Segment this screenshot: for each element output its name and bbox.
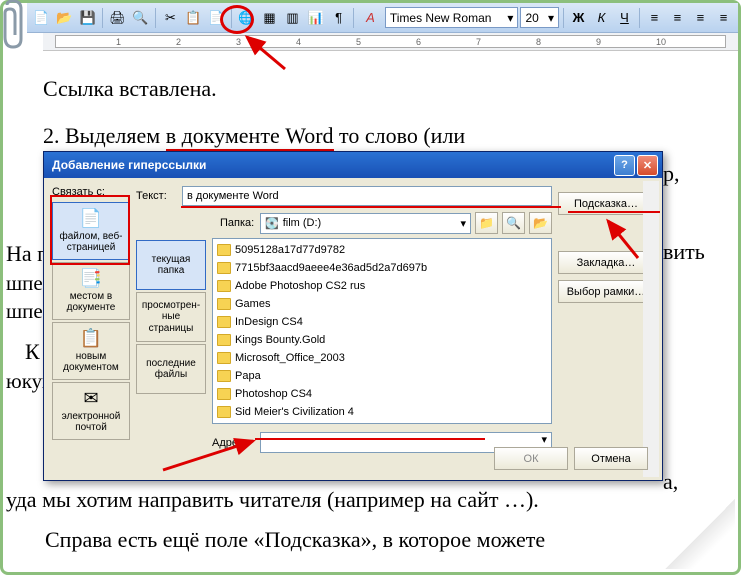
annotation-underline-address <box>255 438 485 440</box>
close-button[interactable]: ✕ <box>637 155 658 176</box>
font-color-button[interactable]: A <box>358 7 383 29</box>
folder-icon <box>217 316 231 328</box>
link-new-doc[interactable]: 📋 новым документом <box>52 322 130 380</box>
new-doc-icon: 📋 <box>80 328 102 349</box>
document-body: Ссылка вставлена. 2. Выделяем в документ… <box>3 51 738 153</box>
annotation-arrow-1 <box>235 31 295 71</box>
tab-browsed-pages[interactable]: просмотрен-ные страницы <box>136 292 206 342</box>
file-item[interactable]: Kings Bounty.Gold <box>215 331 549 349</box>
text-label: Текст: <box>136 190 176 202</box>
file-item[interactable]: Microsoft_Office_2003 <box>215 349 549 367</box>
align-center-button[interactable]: ≡ <box>667 7 688 29</box>
folder-icon <box>217 262 231 274</box>
folder-icon <box>217 406 231 418</box>
text-input[interactable] <box>182 186 552 206</box>
font-name-select[interactable]: Times New Roman ▾ <box>385 7 519 28</box>
email-icon: ✉ <box>83 388 98 409</box>
frame-button[interactable]: Выбор рамки… <box>558 280 654 303</box>
save-button[interactable]: 💾 <box>77 7 98 29</box>
font-size-select[interactable]: 20 ▾ <box>520 7 559 28</box>
file-item[interactable]: Sid Meier's Civilization 4 <box>215 403 549 421</box>
new-doc-button[interactable]: 📄 <box>31 7 52 29</box>
tab-current-folder[interactable]: текущая папка <box>136 240 206 290</box>
bold-button[interactable]: Ж <box>568 7 589 29</box>
file-item[interactable]: Papa <box>215 367 549 385</box>
link-email[interactable]: ✉ электронной почтой <box>52 382 130 440</box>
tab-recent-files[interactable]: последние файлы <box>136 344 206 394</box>
chart-button[interactable]: 📊 <box>305 7 326 29</box>
underline-button[interactable]: Ч <box>614 7 635 29</box>
browse-web-button[interactable]: 🔍 <box>502 212 525 234</box>
folder-label: Папка: <box>220 217 256 229</box>
folder-icon <box>217 388 231 400</box>
folder-icon <box>217 370 231 382</box>
doc-frag-l4: К <box>25 339 40 365</box>
annotation-arrow-hint <box>593 213 653 263</box>
folder-select[interactable]: 💽 film (D:) ▾ <box>260 213 471 234</box>
folder-icon <box>217 298 231 310</box>
print-button[interactable]: 🖨 <box>107 7 128 29</box>
doc-frag-r2: вить <box>663 239 705 265</box>
cancel-button[interactable]: Отмена <box>574 447 648 470</box>
annotation-box-linkto <box>50 195 130 265</box>
font-size-value: 20 <box>525 11 538 25</box>
browse-file-button[interactable]: 📂 <box>529 212 552 234</box>
file-item[interactable]: 7715bf3aacd9aeee4e36ad5d2a7d697b <box>215 259 549 277</box>
file-listbox[interactable]: 5095128a17d77d97827715bf3aacd9aeee4e36ad… <box>212 238 552 424</box>
folder-icon <box>217 244 231 256</box>
align-right-button[interactable]: ≡ <box>690 7 711 29</box>
page-curl <box>665 499 735 569</box>
link-place-doc[interactable]: 📑 местом в документе <box>52 262 130 320</box>
annotation-underline-text <box>181 206 561 208</box>
doc-line-post: уда мы хотим направить читателя (наприме… <box>6 487 539 513</box>
folder-icon <box>217 334 231 346</box>
folder-icon <box>217 280 231 292</box>
file-item[interactable]: Games <box>215 295 549 313</box>
font-name-value: Times New Roman <box>390 11 492 25</box>
paperclip-decoration <box>0 0 29 51</box>
insert-button[interactable]: ▥ <box>282 7 303 29</box>
preview-button[interactable]: 🔍 <box>130 7 151 29</box>
doc-line-2: 2. Выделяем в документе Word то слово (и… <box>43 118 698 153</box>
justify-button[interactable]: ≡ <box>713 7 734 29</box>
dialog-titlebar: Добавление гиперссылки ? ✕ <box>44 152 662 178</box>
doc-frag-r1: р, <box>663 161 680 187</box>
table-button[interactable]: ▦ <box>259 7 280 29</box>
up-folder-button[interactable]: 📁 <box>475 212 498 234</box>
place-doc-icon: 📑 <box>80 268 102 289</box>
open-button[interactable]: 📂 <box>54 7 75 29</box>
folder-icon <box>217 352 231 364</box>
toolbar: 📄 📂 💾 🖨 🔍 ✂ 📋 📄 🌐 ▦ ▥ 📊 ¶ A Times New Ro… <box>27 3 738 33</box>
cut-button[interactable]: ✂ <box>160 7 181 29</box>
doc-line-6: Справа есть ещё поле «Подсказка», в кото… <box>45 527 545 553</box>
ok-button[interactable]: ОК <box>494 447 568 470</box>
doc-line-1: Ссылка вставлена. <box>43 71 698 106</box>
file-item[interactable]: Photoshop CS4 <box>215 385 549 403</box>
annotation-circle <box>220 5 254 34</box>
copy-button[interactable]: 📋 <box>183 7 204 29</box>
hyperlink-dialog: Добавление гиперссылки ? ✕ Связать с: 📄 … <box>43 151 663 481</box>
align-left-button[interactable]: ≡ <box>644 7 665 29</box>
folder-value: film (D:) <box>283 217 322 229</box>
dialog-title: Добавление гиперссылки <box>52 158 206 172</box>
para-button[interactable]: ¶ <box>328 7 349 29</box>
doc-frag-r3: а, <box>663 469 678 495</box>
file-item[interactable]: InDesign CS4 <box>215 313 549 331</box>
file-item[interactable]: 5095128a17d77d9782 <box>215 241 549 259</box>
annotation-arrow-address <box>153 435 273 475</box>
italic-button[interactable]: К <box>591 7 612 29</box>
file-item[interactable]: Adobe Photoshop CS2 rus <box>215 277 549 295</box>
help-button[interactable]: ? <box>614 155 635 176</box>
ruler: 1 2 3 4 5 6 7 8 9 10 <box>43 33 738 51</box>
